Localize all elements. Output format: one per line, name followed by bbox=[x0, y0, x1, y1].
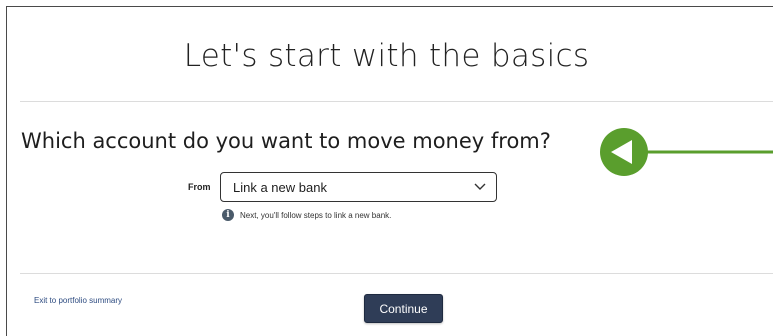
continue-button[interactable]: Continue bbox=[364, 294, 443, 323]
chevron-down-icon bbox=[472, 179, 488, 195]
from-hint: i Next, you'll follow steps to link a ne… bbox=[222, 209, 391, 221]
from-account-selected-value: Link a new bank bbox=[233, 179, 327, 195]
from-hint-text: Next, you'll follow steps to link a new … bbox=[240, 210, 392, 220]
divider-bottom bbox=[20, 273, 773, 274]
info-icon: i bbox=[222, 209, 234, 221]
from-label: From bbox=[188, 182, 211, 192]
account-question: Which account do you want to move money … bbox=[21, 129, 551, 153]
page-title: Let's start with the basics bbox=[183, 38, 590, 74]
from-account-select[interactable]: Link a new bank bbox=[220, 172, 497, 202]
divider-top bbox=[20, 101, 773, 102]
exit-to-portfolio-link[interactable]: Exit to portfolio summary bbox=[34, 296, 122, 305]
pointer-arrow-icon bbox=[598, 128, 773, 185]
